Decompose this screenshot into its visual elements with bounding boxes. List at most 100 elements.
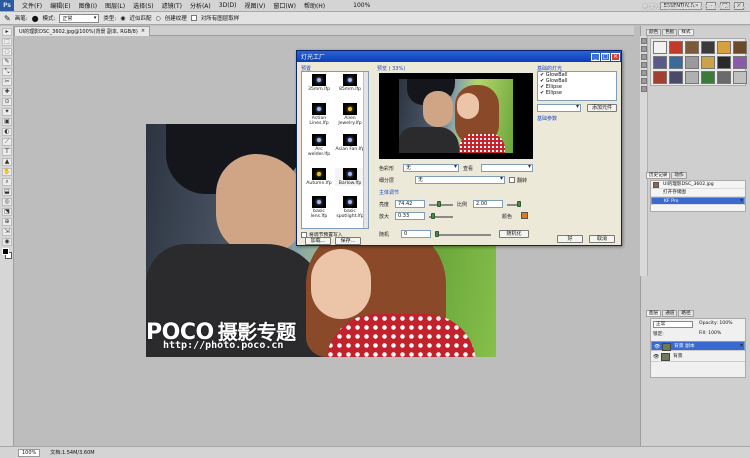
style-swatch[interactable] bbox=[669, 71, 683, 84]
style-swatch[interactable] bbox=[733, 41, 747, 54]
quick-select-tool-icon[interactable]: ✎ bbox=[2, 58, 12, 66]
lights-list[interactable]: ✔ GlowBall ✔ GlowBall ✔ Ellipse ✔ Ellips… bbox=[537, 71, 617, 101]
zoom-input[interactable]: 0.33 bbox=[395, 212, 425, 220]
tab-color[interactable]: 颜色 bbox=[646, 29, 662, 36]
dialog-maximize-icon[interactable]: □ bbox=[601, 52, 610, 61]
visibility-eye-icon[interactable]: 👁 bbox=[653, 354, 659, 360]
preset-item[interactable]: Alien Jewelry.lfp bbox=[335, 103, 365, 126]
preset-item[interactable]: 35mm.lfp bbox=[304, 74, 334, 92]
randomize-button[interactable]: 随机化 bbox=[499, 230, 529, 238]
healing-brush-icon[interactable]: ✎ bbox=[4, 14, 11, 23]
style-swatch[interactable] bbox=[653, 41, 667, 54]
brightness-slider[interactable] bbox=[429, 204, 453, 206]
style-swatch[interactable] bbox=[701, 56, 715, 69]
clone-panel-icon[interactable] bbox=[641, 62, 647, 68]
pen-tool-icon[interactable]: ◎ bbox=[2, 198, 12, 206]
history-snapshot[interactable]: UI的理影DSC_3602.jpg bbox=[651, 181, 745, 189]
adjust-panel-icon[interactable] bbox=[641, 78, 647, 84]
scale-input[interactable]: 2.00 bbox=[473, 200, 503, 208]
healing-tool-icon[interactable]: ✚ bbox=[2, 88, 12, 96]
preset-item[interactable]: basic spotlight.lfp bbox=[335, 196, 365, 219]
menu-analysis[interactable]: 分析(A) bbox=[186, 1, 215, 10]
blend-mode-select[interactable]: 正常 bbox=[653, 321, 693, 328]
light-item[interactable]: ✔ Ellipse bbox=[538, 90, 616, 96]
style-swatch[interactable] bbox=[685, 71, 699, 84]
texture-radio[interactable]: ○ bbox=[156, 15, 161, 22]
hand-tool-icon[interactable]: ✋ bbox=[2, 168, 12, 176]
preset-item[interactable]: Asian Fan.lfp bbox=[335, 134, 365, 152]
path-select-tool-icon[interactable]: ▲ bbox=[2, 158, 12, 166]
style-swatch[interactable] bbox=[733, 56, 747, 69]
menu-image[interactable]: 图像(I) bbox=[75, 1, 101, 10]
style-swatch[interactable] bbox=[685, 41, 699, 54]
preset-item[interactable]: 85mm.lfp bbox=[335, 74, 365, 92]
menu-select[interactable]: 选择(S) bbox=[129, 1, 158, 10]
menubar-zoom[interactable]: 100% bbox=[349, 2, 374, 9]
presets-list[interactable]: 35mm.lfp 85mm.lfp Action Lines.lfp Alien… bbox=[301, 71, 369, 229]
flip-checkbox[interactable] bbox=[509, 177, 515, 183]
brush-tool-icon[interactable]: ⊙ bbox=[2, 98, 12, 106]
brush-preview-icon[interactable]: ● bbox=[32, 14, 39, 23]
dialog-close-icon[interactable]: × bbox=[611, 52, 620, 61]
zoom-tool-icon[interactable]: ⌕ bbox=[2, 178, 12, 186]
light-type-select[interactable] bbox=[537, 104, 581, 112]
preset-item[interactable]: Autumn.lfp bbox=[304, 168, 334, 186]
style-swatch[interactable] bbox=[669, 56, 683, 69]
marquee-tool-icon[interactable]: ⬚ bbox=[2, 38, 12, 46]
menu-layer[interactable]: 图层(L) bbox=[101, 1, 129, 10]
style-swatch[interactable] bbox=[669, 41, 683, 54]
style-swatch[interactable] bbox=[653, 56, 667, 69]
proximity-radio[interactable]: ◉ bbox=[120, 15, 125, 22]
foreground-color-swatch[interactable] bbox=[2, 248, 9, 255]
preset-item[interactable]: Action Lines.lfp bbox=[304, 103, 334, 126]
ok-button[interactable]: 好 bbox=[557, 235, 583, 243]
add-light-button[interactable]: 添加元件 bbox=[587, 104, 617, 112]
fill-control[interactable]: Fill: 100% bbox=[699, 331, 721, 336]
view-select[interactable] bbox=[481, 164, 533, 172]
eraser-tool-icon[interactable]: ◐ bbox=[2, 128, 12, 136]
preset-item[interactable]: Arc welder.lfp bbox=[304, 134, 334, 157]
type-tool-icon[interactable]: T bbox=[2, 148, 12, 156]
menu-filter[interactable]: 滤镜(T) bbox=[158, 1, 186, 10]
scale-slider-handle[interactable] bbox=[517, 201, 521, 207]
crop-tool-icon[interactable]: ⤡ bbox=[2, 68, 12, 76]
brush-panel-icon[interactable] bbox=[641, 54, 647, 60]
eyedropper-tool-icon[interactable]: ◉ bbox=[2, 238, 12, 246]
brightness-input[interactable]: 74.42 bbox=[395, 200, 425, 208]
random-input[interactable]: 0 bbox=[401, 230, 431, 238]
style-swatch[interactable] bbox=[717, 41, 731, 54]
color-model-select[interactable]: 无 bbox=[403, 164, 459, 172]
style-swatch[interactable] bbox=[717, 71, 731, 84]
document-tab[interactable]: UI的理影DSC_3602.jpg@100%(背景 副本, RGB/8) × bbox=[14, 25, 151, 36]
tab-channels[interactable]: 通道 bbox=[662, 310, 678, 317]
dialog-minimize-icon[interactable]: _ bbox=[591, 52, 600, 61]
zoom-slider-handle[interactable] bbox=[431, 213, 435, 219]
shape-tool-icon[interactable]: ⬔ bbox=[2, 208, 12, 216]
random-slider[interactable] bbox=[435, 234, 491, 236]
sample-all-checkbox[interactable] bbox=[190, 15, 197, 21]
tab-swatches[interactable]: 色板 bbox=[662, 29, 678, 36]
cancel-button[interactable]: 取消 bbox=[589, 235, 615, 243]
3d-rotate-tool-icon[interactable]: ⊕ bbox=[2, 218, 12, 226]
preset-item[interactable]: Barlow.lfp bbox=[335, 168, 365, 186]
style-swatch[interactable] bbox=[685, 56, 699, 69]
document-close-icon[interactable]: × bbox=[141, 28, 145, 34]
load-button[interactable]: 加载... bbox=[305, 237, 331, 245]
history-panel-icon[interactable] bbox=[641, 38, 647, 44]
status-doc-info[interactable]: 文档:1.54M/3.60M bbox=[50, 449, 94, 456]
history-step-active[interactable]: KF Pro bbox=[651, 197, 745, 205]
tab-styles[interactable]: 样式 bbox=[678, 29, 694, 36]
tab-layers[interactable]: 图层 bbox=[646, 310, 662, 317]
save-button[interactable]: 保存... bbox=[335, 237, 361, 245]
clone-stamp-tool-icon[interactable]: ✦ bbox=[2, 108, 12, 116]
tab-actions[interactable]: 动作 bbox=[671, 172, 687, 179]
tab-paths[interactable]: 路径 bbox=[678, 310, 694, 317]
info-panel-icon[interactable] bbox=[641, 70, 647, 76]
menu-edit[interactable]: 编辑(E) bbox=[46, 1, 74, 10]
status-zoom-field[interactable]: 100% bbox=[18, 448, 41, 457]
actions-panel-icon[interactable] bbox=[641, 46, 647, 52]
menu-file[interactable]: 文件(F) bbox=[18, 1, 46, 10]
presets-scrollbar[interactable] bbox=[363, 72, 368, 228]
slice-tool-icon[interactable]: ✂ bbox=[2, 78, 12, 86]
mask-select[interactable]: 无 bbox=[415, 176, 505, 184]
